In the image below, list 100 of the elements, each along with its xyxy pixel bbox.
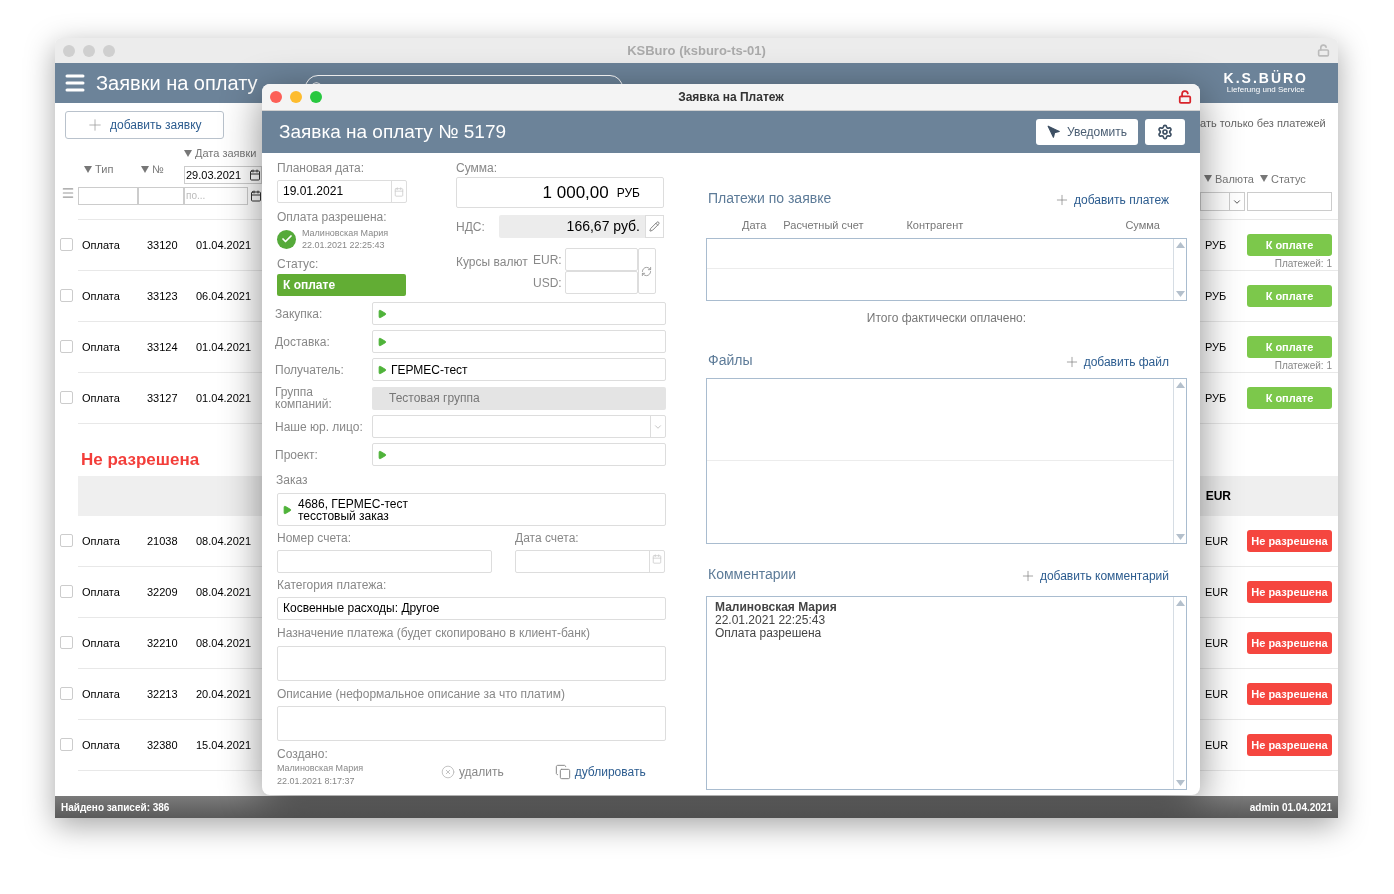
table-cell-text: 01.04.2021 [196, 340, 252, 355]
notify-button[interactable]: Уведомить [1036, 119, 1138, 145]
column-header[interactable]: Валюта [1215, 170, 1254, 187]
scroll-up-icon[interactable] [1175, 599, 1185, 606]
order-line: тесстовый заказ [298, 509, 390, 522]
table-cell-text: EUR [1205, 687, 1230, 702]
field-label: Группа компаний: [275, 386, 333, 410]
section-title: Платежи по заявке [708, 189, 832, 208]
comment-text: Оплата разрешена [715, 626, 823, 640]
table-cell-text: 21038 [147, 534, 179, 549]
column-header[interactable]: № [152, 161, 164, 178]
category-field[interactable]: Косвенные расходы: Другое [277, 597, 666, 620]
row-checkbox[interactable] [60, 687, 73, 700]
calendar-icon [394, 186, 404, 197]
delete-button[interactable]: удалить [441, 763, 504, 781]
section-title: Комментарии [708, 564, 797, 584]
status-badge[interactable]: Не разрешена [1247, 632, 1332, 654]
window-control[interactable] [103, 44, 115, 57]
invoice-date-field[interactable] [515, 550, 665, 573]
field-label: Дата счета: [515, 531, 580, 545]
user-date: admin 01.04.2021 [1249, 800, 1332, 815]
column-header: Дата [742, 218, 767, 233]
scroll-down-icon[interactable] [1175, 779, 1185, 786]
window-control[interactable] [83, 44, 95, 57]
field-label: Номер счета: [277, 531, 353, 545]
settings-icon [1157, 124, 1173, 140]
add-link[interactable]: добавить комментарий [1019, 566, 1169, 585]
field-label: Проект: [275, 448, 319, 461]
play-icon [377, 449, 387, 460]
refresh-icon [641, 265, 653, 277]
status-badge[interactable]: Не разрешена [1247, 530, 1332, 552]
status-filter-field[interactable] [1247, 192, 1332, 211]
scroll-down-icon[interactable] [1175, 290, 1185, 297]
edit-button[interactable] [645, 215, 664, 238]
column-header[interactable]: Статус [1271, 170, 1306, 187]
row-checkbox[interactable] [60, 534, 73, 547]
logo: K.S.BÜRO [1223, 71, 1308, 85]
comment-author: Малиновская Мария [715, 600, 838, 614]
column-header[interactable]: Дата заявки [195, 145, 257, 162]
page-title: Заявки на оплату [96, 71, 258, 96]
link-field[interactable]: ГЕРМЕС-тест [372, 358, 666, 381]
plus-icon [86, 116, 104, 134]
scroll-up-icon[interactable] [1175, 241, 1185, 248]
duplicate-button[interactable]: дублировать [554, 763, 646, 781]
window-control[interactable] [270, 91, 282, 103]
add-request-button[interactable]: добавить заявку [65, 111, 224, 139]
date-to-field[interactable]: по... [184, 186, 248, 205]
order-field[interactable]: 4686, ГЕРМЕС-тест тесстовый заказ [277, 493, 666, 526]
description-field[interactable] [277, 706, 666, 741]
column-menu-icon[interactable] [61, 185, 75, 200]
link-field[interactable] [372, 330, 666, 353]
row-checkbox[interactable] [60, 340, 73, 353]
row-checkbox[interactable] [60, 636, 73, 649]
table-cell-text: Оплата [82, 534, 121, 549]
add-link[interactable]: добавить платеж [1054, 191, 1169, 209]
table-cell-text: РУБ [1205, 238, 1228, 253]
row-checkbox[interactable] [60, 238, 73, 251]
type-filter-field[interactable] [78, 186, 138, 205]
field-label: Наше юр. лицо: [275, 420, 364, 433]
table-cell-text: 06.04.2021 [196, 289, 252, 304]
status-badge[interactable]: Не разрешена [1247, 734, 1332, 756]
number-filter-field[interactable] [138, 186, 184, 205]
row-checkbox[interactable] [60, 289, 73, 302]
column-header[interactable]: Тип [95, 161, 114, 178]
purpose-field[interactable] [277, 646, 666, 681]
settings-button[interactable] [1145, 119, 1185, 145]
table-cell-text: 01.04.2021 [196, 391, 252, 406]
sort-caret-icon [1260, 175, 1268, 183]
payments-count: Платежей: 1 [1274, 360, 1332, 372]
row-checkbox[interactable] [60, 391, 73, 404]
rate-field[interactable] [564, 271, 638, 294]
field-label: Статус: [277, 257, 320, 271]
status-badge[interactable]: Не разрешена [1247, 683, 1332, 705]
filter-option[interactable]: ать только без платежей [1200, 115, 1332, 132]
readonly-field: Тестовая группа [372, 386, 666, 410]
invoice-number-field[interactable] [277, 550, 492, 573]
link-field[interactable] [372, 443, 666, 466]
add-link[interactable]: добавить файл [1063, 352, 1169, 371]
scroll-down-icon[interactable] [1175, 533, 1185, 540]
field-label: Назначение платежа (будет скопировано в клиент-банк) [277, 626, 592, 640]
date-field[interactable]: 19.01.2021 [277, 180, 407, 203]
window-control[interactable] [63, 44, 75, 57]
order-line: 4686, ГЕРМЕС-тест [298, 497, 408, 510]
rate-field[interactable] [564, 248, 638, 271]
window-control[interactable] [290, 91, 302, 103]
lock-icon [1317, 44, 1330, 57]
window-control[interactable] [310, 91, 322, 103]
row-checkbox[interactable] [60, 738, 73, 751]
row-checkbox[interactable] [60, 585, 73, 598]
refresh-button[interactable] [637, 248, 656, 294]
table-cell-text: РУБ [1205, 340, 1228, 355]
field-label: Плановая дата: [277, 161, 366, 175]
table-cell-text: Оплата [82, 289, 121, 304]
play-icon [377, 364, 387, 375]
select-field[interactable] [372, 415, 666, 438]
link-field[interactable] [372, 302, 666, 325]
scroll-up-icon[interactable] [1175, 381, 1185, 388]
table-cell-text: Оплата [82, 238, 121, 253]
amount-field[interactable]: 1 000,00 РУБ [456, 177, 664, 208]
status-badge[interactable]: Не разрешена [1247, 581, 1332, 603]
